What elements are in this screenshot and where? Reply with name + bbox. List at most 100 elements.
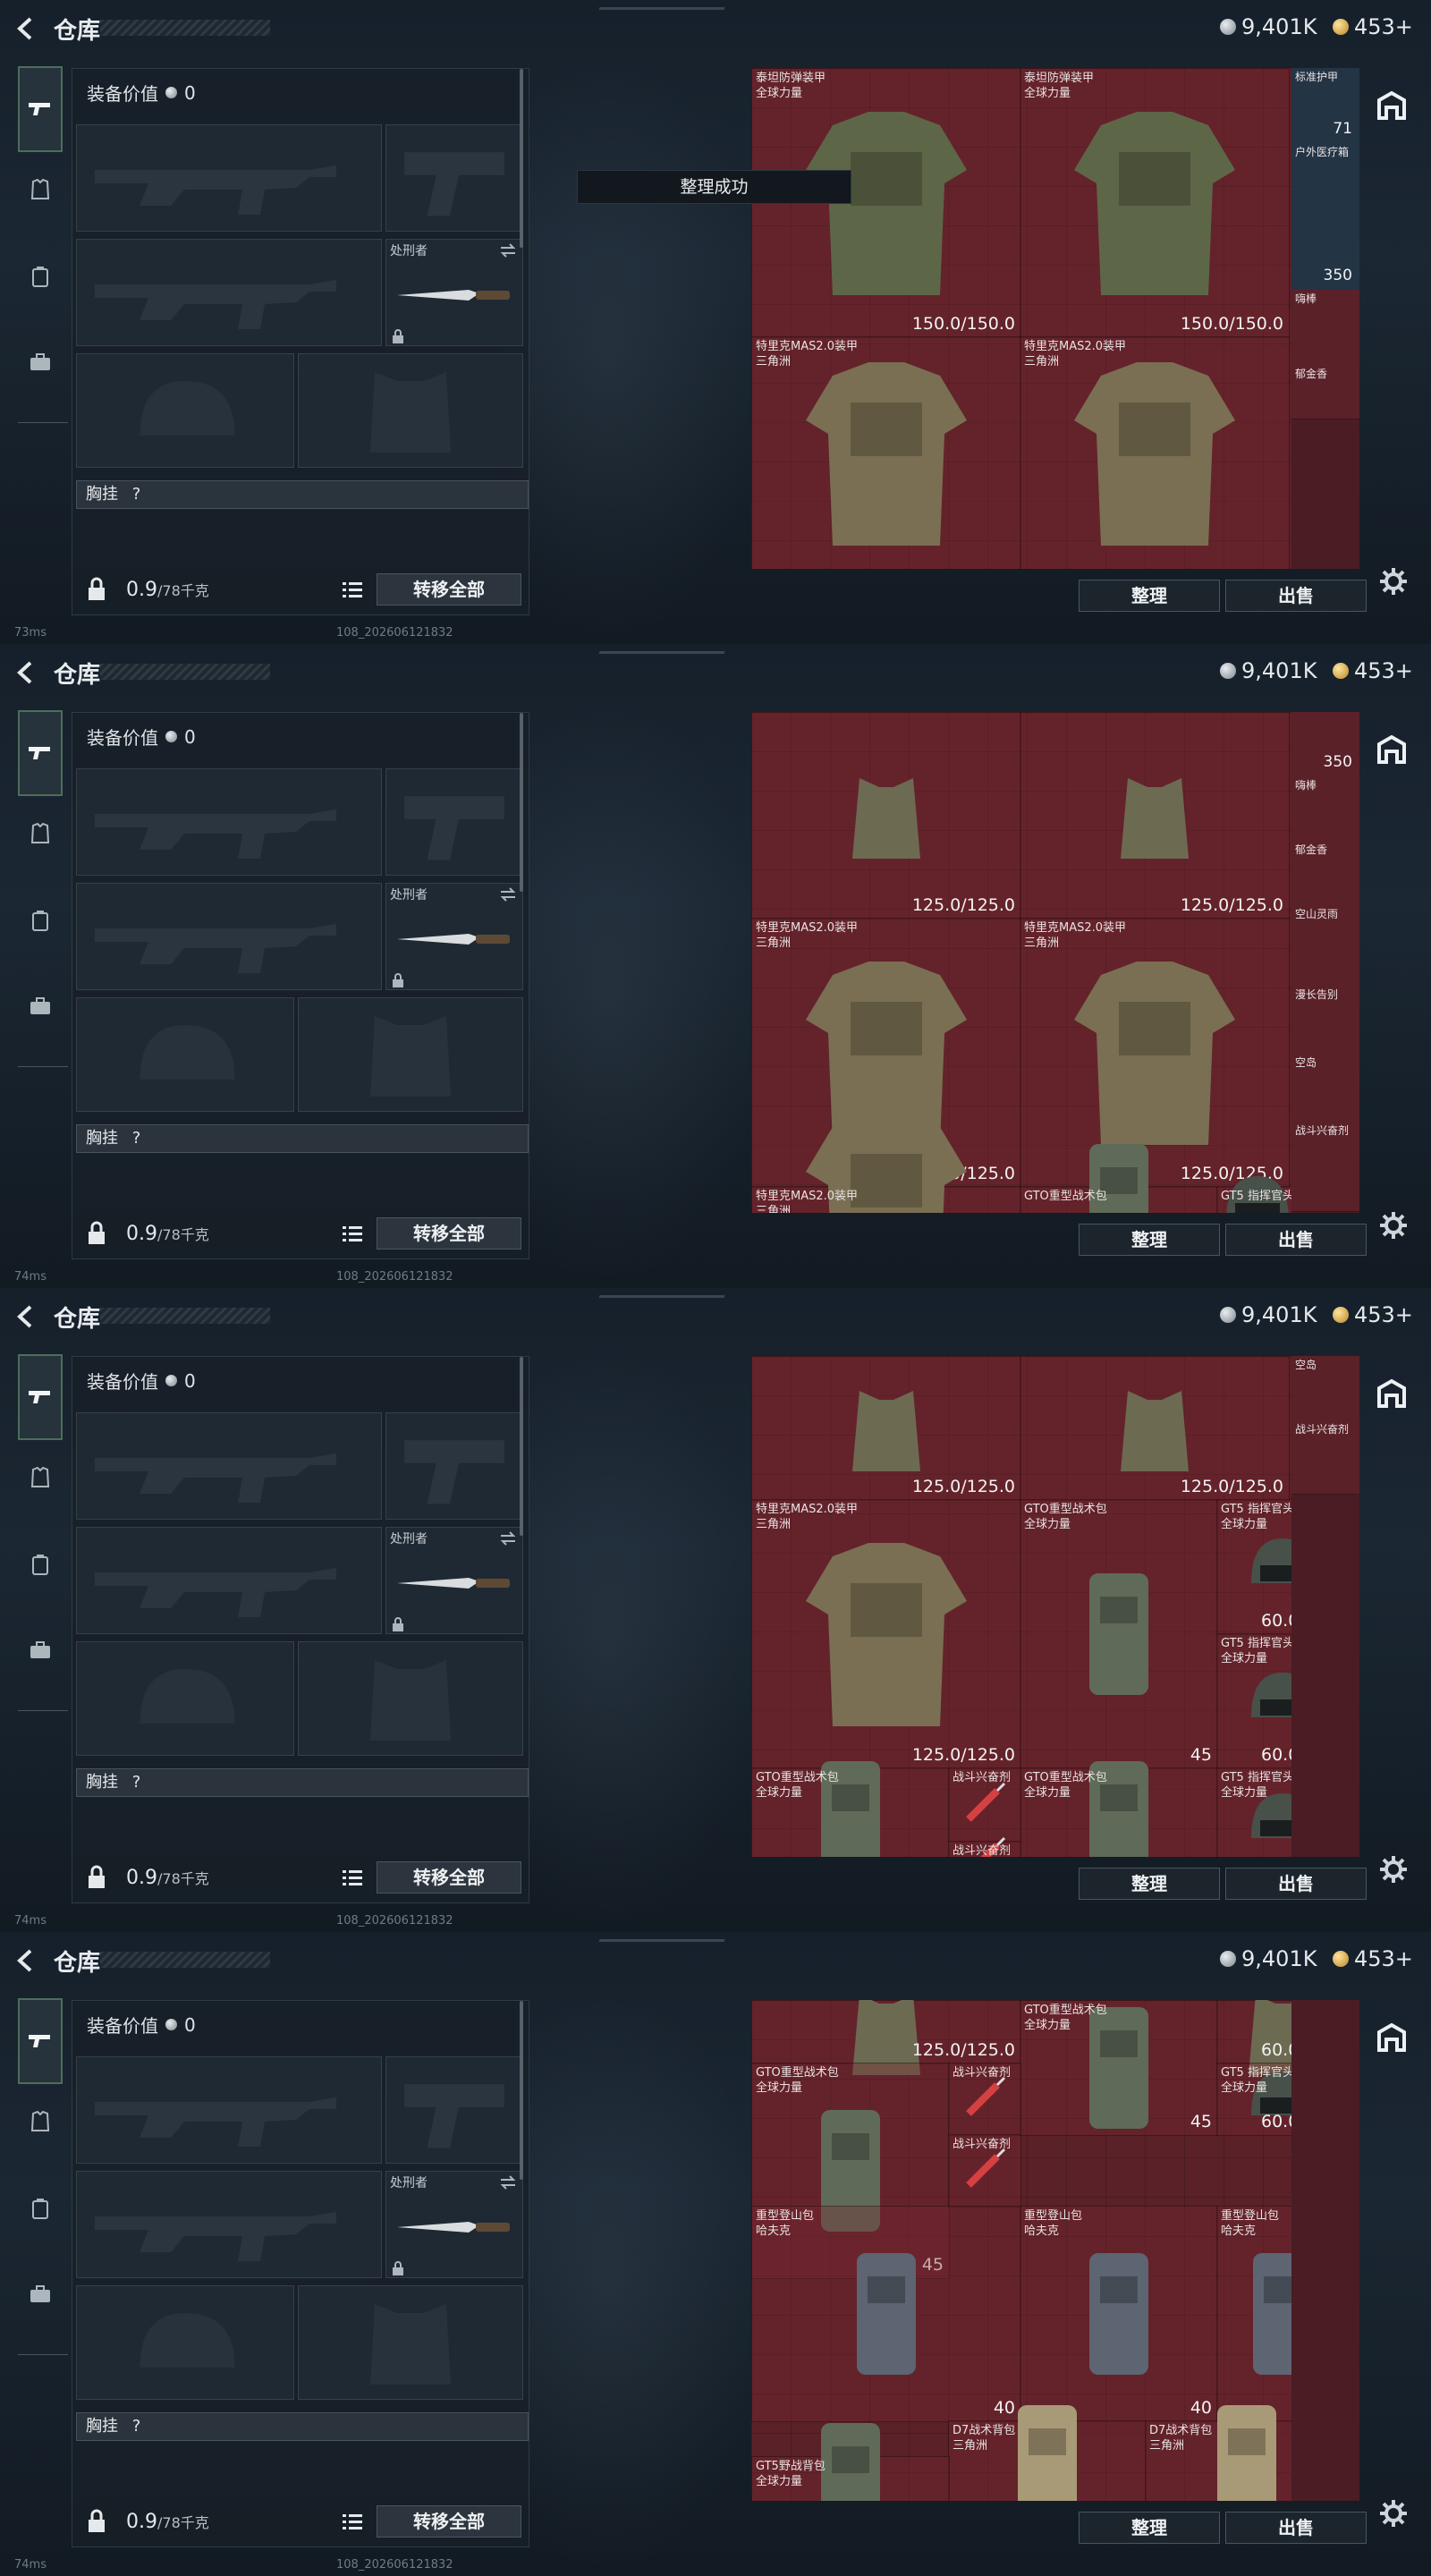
pistol-slot[interactable]: [385, 2056, 523, 2164]
nav-cases[interactable]: [20, 1630, 61, 1671]
secondary-weapon-slot[interactable]: [76, 1527, 382, 1634]
gear-icon[interactable]: [1377, 1853, 1410, 1885]
stash-item[interactable]: 战斗兴奋剂: [948, 2063, 1021, 2136]
gold-currency[interactable]: 453+: [1333, 1946, 1413, 1971]
nav-consumables[interactable]: [20, 2188, 61, 2229]
swap-icon[interactable]: [499, 887, 517, 902]
side-item[interactable]: 户外医疗箱 350: [1291, 143, 1359, 291]
helmet-slot[interactable]: [76, 997, 294, 1112]
gear-icon[interactable]: [1377, 2497, 1410, 2529]
list-icon[interactable]: [343, 2512, 362, 2530]
gold-currency[interactable]: 453+: [1333, 14, 1413, 39]
back-arrow-icon[interactable]: [14, 1304, 36, 1329]
stash-grid[interactable]: 125.0/125.0125.0/125.0特里克MAS2.0装甲 三角洲125…: [751, 712, 1342, 1213]
stash-icon[interactable]: [1374, 2020, 1410, 2055]
nav-armor[interactable]: [20, 2102, 61, 2143]
helmet-slot[interactable]: [76, 2285, 294, 2400]
gear-icon[interactable]: [1377, 565, 1410, 597]
side-item[interactable]: 空山灵雨: [1291, 905, 1359, 987]
stash-item[interactable]: 特里克MAS2.0装甲 三角洲: [751, 1114, 1021, 1213]
sort-button[interactable]: 整理: [1079, 1868, 1220, 1900]
gold-currency[interactable]: 453+: [1333, 1302, 1413, 1327]
transfer-all-button[interactable]: 转移全部: [377, 2505, 521, 2538]
nav-cases[interactable]: [20, 342, 61, 383]
help-icon[interactable]: ?: [132, 2417, 141, 2436]
melee-slot[interactable]: 处刑者: [385, 2171, 523, 2278]
side-item[interactable]: 战斗兴奋剂: [1291, 1420, 1359, 1495]
sort-button[interactable]: 整理: [1079, 580, 1220, 612]
stash-item[interactable]: 125.0/125.0: [751, 2000, 1021, 2075]
stash-item[interactable]: 特里克MAS2.0装甲 三角洲: [1020, 336, 1290, 569]
helmet-slot[interactable]: [76, 353, 294, 468]
secondary-weapon-slot[interactable]: [76, 2171, 382, 2278]
stash-item[interactable]: 特里克MAS2.0装甲 三角洲: [751, 336, 1021, 569]
stash-item[interactable]: 125.0/125.0: [751, 712, 1021, 919]
nav-armor[interactable]: [20, 814, 61, 855]
loadout-scrollbar[interactable]: [520, 69, 523, 248]
list-icon[interactable]: [343, 1224, 362, 1242]
back-arrow-icon[interactable]: [14, 660, 36, 685]
pistol-slot[interactable]: [385, 768, 523, 876]
melee-slot[interactable]: 处刑者: [385, 239, 523, 346]
help-icon[interactable]: ?: [132, 485, 141, 504]
stash-item[interactable]: 战斗兴奋剂: [948, 2134, 1021, 2207]
secondary-weapon-slot[interactable]: [76, 239, 382, 346]
help-icon[interactable]: ?: [132, 1129, 141, 1148]
stash-grid[interactable]: 泰坦防弹装甲 全球力量 150.0/150.0 泰坦防弹装甲 全球力量 150.0/1…: [751, 68, 1342, 569]
nav-consumables[interactable]: [20, 900, 61, 941]
armor-slot[interactable]: [298, 1641, 523, 1756]
stash-item[interactable]: GTO重型战术包 全球力量 45: [1020, 1499, 1218, 1769]
loadout-scrollbar[interactable]: [520, 713, 523, 892]
side-item[interactable]: 漫长告别: [1291, 986, 1359, 1055]
nav-weapons[interactable]: [18, 1998, 63, 2084]
nav-cases[interactable]: [20, 986, 61, 1027]
loadout-scrollbar[interactable]: [520, 2001, 523, 2180]
nav-weapons[interactable]: [18, 710, 63, 796]
melee-slot[interactable]: 处刑者: [385, 883, 523, 990]
nav-consumables[interactable]: [20, 1544, 61, 1585]
stash-item[interactable]: 战斗兴奋剂: [948, 1836, 1021, 1857]
nav-cases[interactable]: [20, 2274, 61, 2315]
stash-item[interactable]: GTO重型战术包 全球力量: [1020, 1761, 1218, 1857]
stash-icon[interactable]: [1374, 88, 1410, 123]
swap-icon[interactable]: [499, 1531, 517, 1546]
stash-item[interactable]: 泰坦防弹装甲 全球力量 150.0/150.0: [1020, 68, 1290, 338]
swap-icon[interactable]: [499, 2175, 517, 2190]
stash-item[interactable]: GTO重型战术包 全球力量 45: [1020, 2000, 1218, 2136]
primary-weapon-slot[interactable]: [76, 768, 382, 876]
side-item[interactable]: 空岛: [1291, 1356, 1359, 1421]
secondary-weapon-slot[interactable]: [76, 883, 382, 990]
transfer-all-button[interactable]: 转移全部: [377, 573, 521, 606]
sell-button[interactable]: 出售: [1225, 580, 1367, 612]
stash-grid[interactable]: 125.0/125.0 GTO重型战术包 全球力量 45 GTO重型战术包 全球力量 4…: [751, 2000, 1342, 2501]
sell-button[interactable]: 出售: [1225, 1224, 1367, 1256]
loadout-scrollbar[interactable]: [520, 1357, 523, 1536]
side-item[interactable]: 标准护甲 71: [1291, 68, 1359, 144]
side-item[interactable]: 战斗兴奋剂: [1291, 1122, 1359, 1212]
melee-slot[interactable]: 处刑者: [385, 1527, 523, 1634]
nav-weapons[interactable]: [18, 66, 63, 152]
chest-rig-slot[interactable]: 胸挂 ?: [76, 480, 529, 509]
stash-item[interactable]: GTO重型战术包 全球力量: [751, 1761, 950, 1857]
stash-item[interactable]: 125.0/125.0: [1020, 1356, 1290, 1501]
side-item[interactable]: 嗨棒: [1291, 776, 1359, 842]
stash-item[interactable]: 125.0/125.0: [1020, 712, 1290, 919]
transfer-all-button[interactable]: 转移全部: [377, 1217, 521, 1250]
nav-consumables[interactable]: [20, 256, 61, 297]
stash-item[interactable]: 重型登山包 哈夫克40: [751, 2206, 1021, 2422]
list-icon[interactable]: [343, 580, 362, 598]
armor-slot[interactable]: [298, 353, 523, 468]
nav-weapons[interactable]: [18, 1354, 63, 1440]
stash-icon[interactable]: [1374, 732, 1410, 767]
gear-icon[interactable]: [1377, 1209, 1410, 1241]
side-item[interactable]: 350: [1291, 712, 1359, 777]
pistol-slot[interactable]: [385, 124, 523, 232]
stash-grid[interactable]: 125.0/125.0125.0/125.0特里克MAS2.0装甲 三角洲125…: [751, 1356, 1342, 1857]
help-icon[interactable]: ?: [132, 1773, 141, 1792]
side-item[interactable]: 嗨棒: [1291, 290, 1359, 366]
stash-icon[interactable]: [1374, 1376, 1410, 1411]
side-item[interactable]: 郁金香: [1291, 365, 1359, 419]
sell-button[interactable]: 出售: [1225, 2512, 1367, 2544]
stash-item[interactable]: 重型登山包 哈夫克40: [1020, 2206, 1218, 2422]
armor-slot[interactable]: [298, 2285, 523, 2400]
